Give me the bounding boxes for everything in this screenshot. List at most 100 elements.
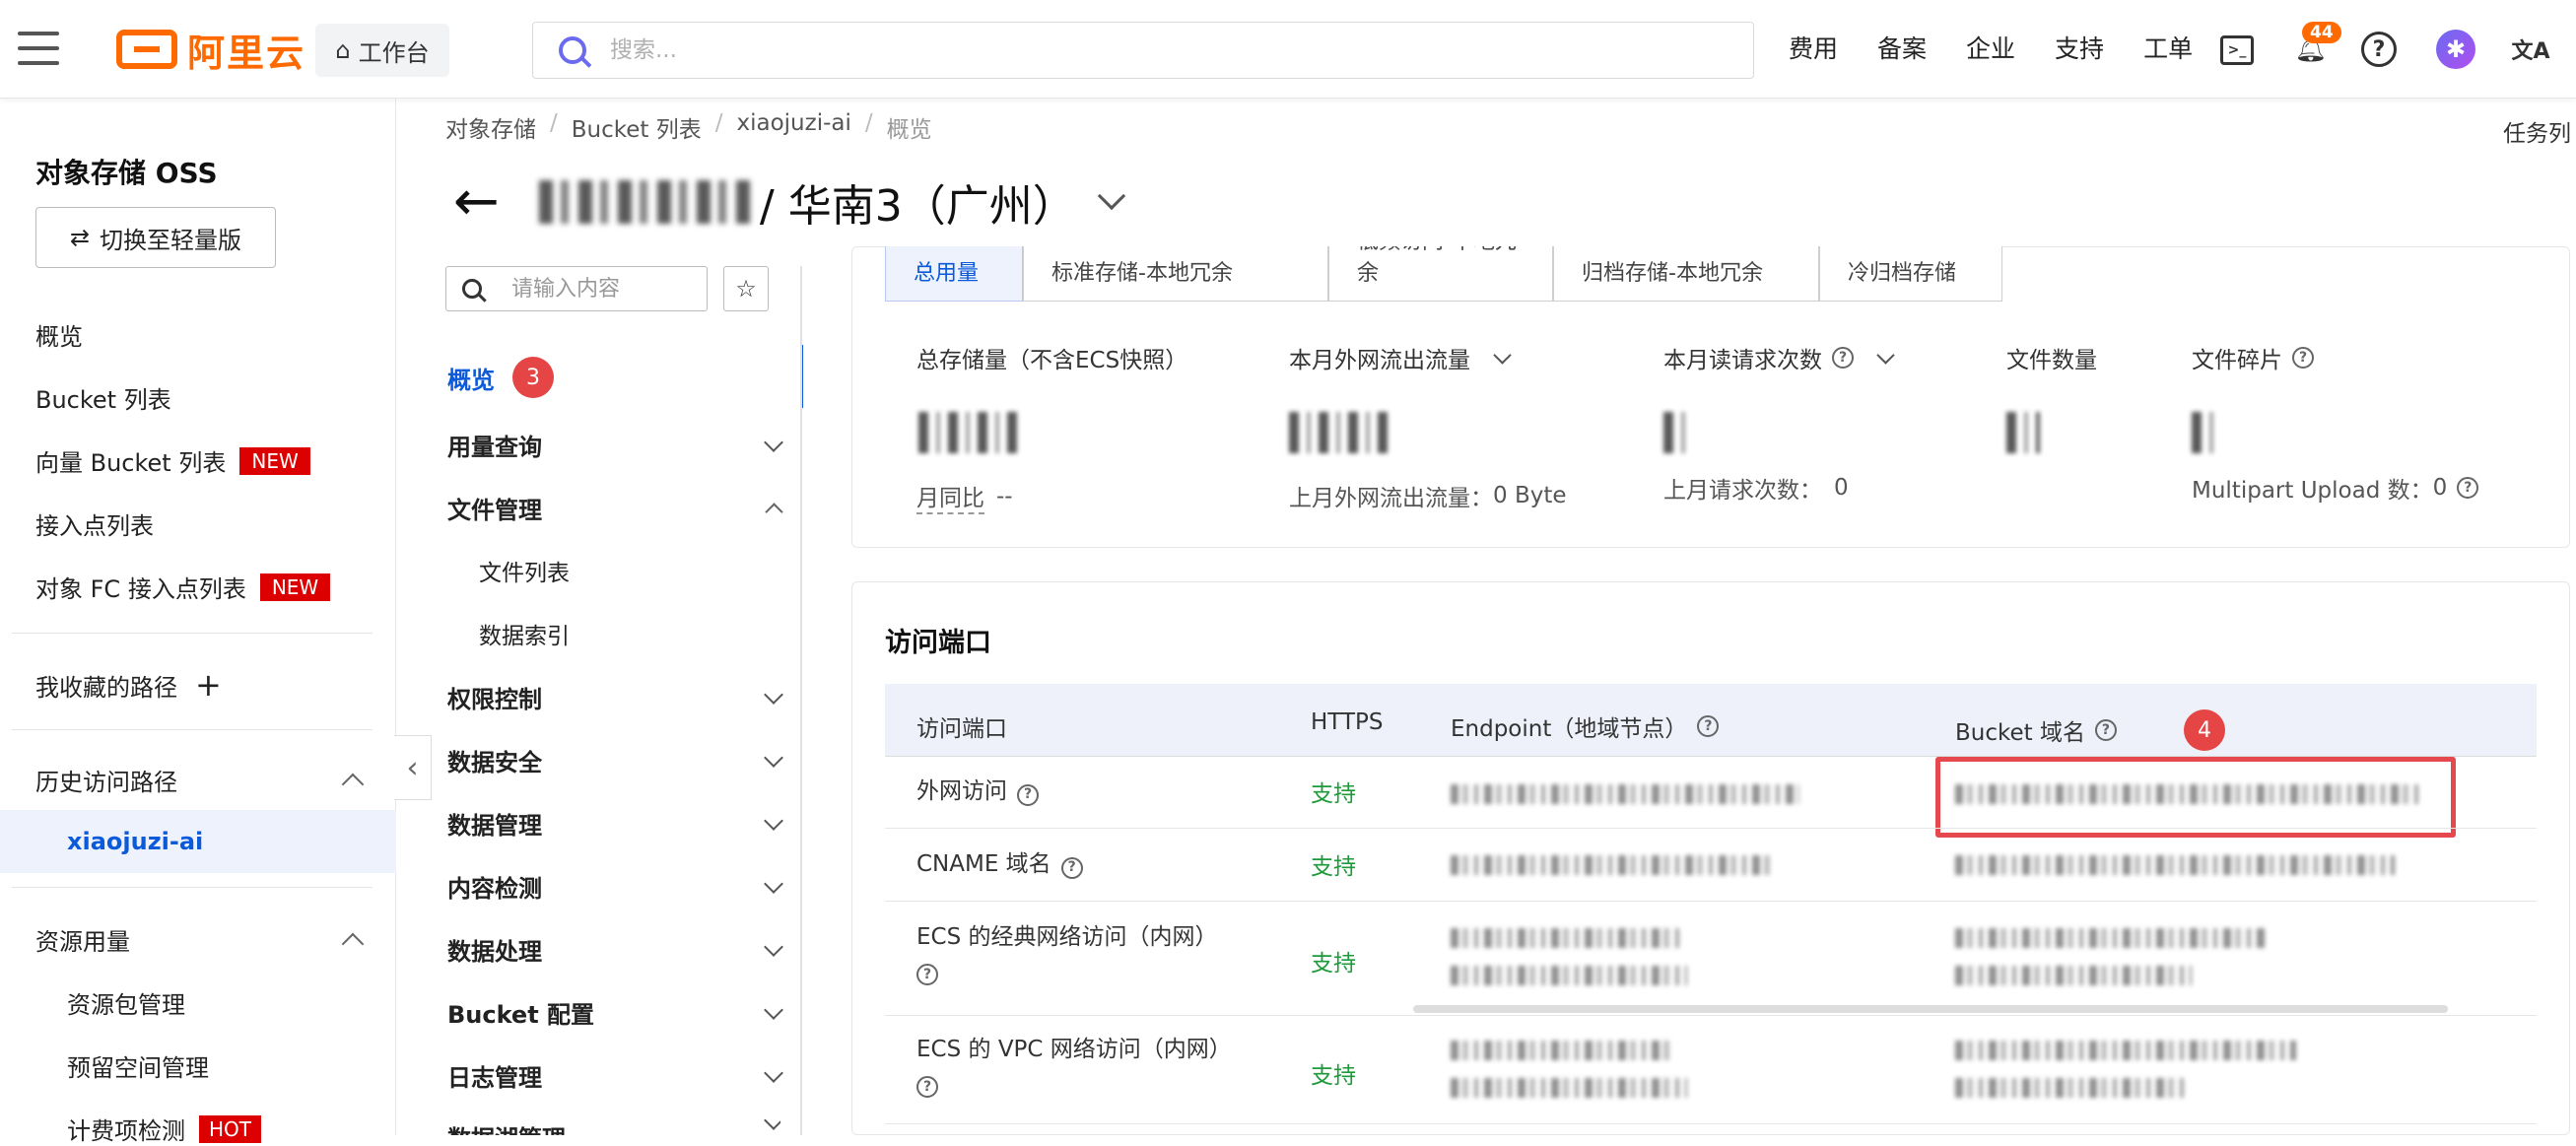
nav-search-input[interactable] [509, 275, 697, 303]
th-bucket-domain: Bucket 域名? 4 [1955, 709, 2225, 751]
nav-permission[interactable]: 权限控制 [447, 680, 783, 714]
resource-group[interactable]: 资源用量 [35, 922, 365, 957]
row-divider [885, 901, 2537, 902]
chevron-down-icon [764, 936, 783, 957]
help-icon[interactable]: ? [2094, 719, 2117, 741]
task-list-link[interactable]: 任务列 [2503, 114, 2571, 148]
row-cname-https: 支持 [1311, 854, 1356, 880]
nav-ticket[interactable]: 工单 [2143, 30, 2193, 65]
breadcrumb-oss[interactable]: 对象存储 [445, 110, 536, 144]
product-title: 对象存储 OSS [35, 157, 218, 189]
bucket-domain-blurred[interactable] [1955, 1041, 2296, 1060]
nav-enterprise[interactable]: 企业 [1966, 30, 2015, 65]
help-icon[interactable]: ? [2457, 477, 2479, 499]
nav-log-management[interactable]: 日志管理 [447, 1058, 783, 1093]
terminal-icon[interactable]: >_ [2220, 35, 2254, 65]
tab-archive[interactable]: 归档存储-本地冗余 [1553, 246, 1819, 302]
language-icon[interactable]: 文A [2511, 30, 2550, 69]
notification-badge: 44 [2302, 22, 2341, 43]
help-icon[interactable]: ? [1832, 347, 1854, 369]
stat-value-blurred [2006, 412, 2040, 453]
chevron-down-icon [1876, 345, 1895, 365]
bucket-domain-blurred[interactable] [1955, 928, 2267, 948]
nav-icp[interactable]: 备案 [1877, 30, 1927, 65]
global-search[interactable] [532, 22, 1754, 79]
help-icon[interactable]: ? [2361, 32, 2397, 67]
tab-cold-archive[interactable]: 冷归档存储 [1819, 246, 2002, 302]
sidebar-item-package[interactable]: 资源包管理 [67, 985, 185, 1020]
nav-bucket-config[interactable]: Bucket 配置 [447, 995, 783, 1030]
breadcrumb-bucket-list[interactable]: Bucket 列表 [572, 110, 702, 144]
chevron-down-icon [764, 432, 783, 452]
endpoint-blurred[interactable] [1451, 1041, 1671, 1060]
history-group[interactable]: 历史访问路径 [35, 763, 365, 797]
nav-search[interactable] [445, 266, 708, 311]
stat-outbound-label[interactable]: 本月外网流出流量 [1289, 341, 1512, 374]
divider [12, 633, 373, 634]
help-icon[interactable]: ? [2292, 347, 2314, 369]
workbench-button[interactable]: ⌂ 工作台 [315, 24, 449, 77]
endpoint-blurred[interactable] [1451, 966, 1687, 985]
help-icon[interactable]: ? [916, 1076, 938, 1098]
bucket-domain-blurred[interactable] [1955, 1078, 2184, 1098]
endpoint-blurred[interactable] [1451, 855, 1776, 875]
tab-total[interactable]: 总用量 [885, 246, 1023, 302]
nav-file-management[interactable]: 文件管理 [447, 491, 783, 525]
stat-fragment-label: 文件碎片? [2192, 341, 2314, 374]
nav-data-management[interactable]: 数据管理 [447, 806, 783, 841]
endpoint-blurred[interactable] [1451, 1078, 1687, 1098]
search-icon [559, 36, 586, 64]
nav-content-detection[interactable]: 内容检测 [447, 869, 783, 904]
help-icon[interactable]: ? [1060, 856, 1083, 879]
nav-fee[interactable]: 费用 [1789, 30, 1838, 65]
bucket-domain-highlight [1935, 757, 2456, 838]
nav-data-index[interactable]: 数据索引 [479, 617, 570, 650]
search-icon [462, 279, 482, 299]
collapse-sidebar-handle[interactable]: ‹ [394, 735, 432, 800]
bucket-domain-blurred[interactable] [1955, 855, 2395, 875]
favorites-path[interactable]: 我收藏的路径 + [35, 666, 222, 704]
sidebar-item-bucket-list[interactable]: Bucket 列表 [35, 380, 171, 415]
nav-overview[interactable]: 概览 3 [447, 357, 554, 398]
help-icon[interactable]: ? [1017, 783, 1039, 806]
chevron-up-icon [341, 932, 365, 955]
menu-icon[interactable] [18, 32, 59, 67]
sidebar-item-access-points[interactable]: 接入点列表 [35, 506, 154, 541]
nav-data-lake[interactable]: 数据湖管理 [447, 1119, 780, 1135]
stat-value-blurred [918, 412, 1017, 453]
logo-text: 阿里云 [187, 31, 306, 75]
sidebar-item-vector-bucket[interactable]: 向量 Bucket 列表 NEW [35, 443, 310, 478]
nav-data-processing[interactable]: 数据处理 [447, 932, 783, 967]
aliyun-logo[interactable]: 阿里云 [116, 22, 305, 77]
sidebar-item-billing-check[interactable]: 计费项检测 HOT [67, 1112, 261, 1146]
help-icon[interactable]: ? [916, 964, 938, 985]
horizontal-scrollbar[interactable] [1413, 1005, 2448, 1013]
sidebar-item-fc-access-points[interactable]: 对象 FC 接入点列表 NEW [35, 570, 331, 604]
history-item-active[interactable]: xiaojuzi-ai [0, 810, 396, 873]
row-divider [885, 1123, 2537, 1124]
chevron-down-icon[interactable] [1097, 181, 1125, 211]
nav-file-list[interactable]: 文件列表 [479, 554, 570, 587]
tab-infrequent[interactable]: 低频访问-本地冗余 [1328, 246, 1553, 302]
endpoint-blurred[interactable] [1451, 784, 1799, 804]
breadcrumb-bucket[interactable]: xiaojuzi-ai [736, 110, 850, 144]
back-arrow-icon[interactable]: ← [453, 174, 500, 230]
star-icon[interactable]: ☆ [723, 266, 769, 311]
tab-standard[interactable]: 标准存储-本地冗余 [1023, 246, 1328, 302]
endpoint-blurred[interactable] [1451, 928, 1683, 948]
nav-usage-query[interactable]: 用量查询 [447, 428, 783, 462]
switch-lite-button[interactable]: ⇄ 切换至轻量版 [35, 207, 276, 268]
stat-read-requests-label[interactable]: 本月读请求次数? [1663, 341, 1895, 374]
sidebar-item-overview[interactable]: 概览 [35, 317, 83, 352]
row-internet-name: 外网访问? [916, 775, 1039, 809]
nav-data-security[interactable]: 数据安全 [447, 743, 783, 777]
global-search-input[interactable] [608, 36, 1692, 64]
bucket-header: ← / 华南3（广州） [453, 168, 1125, 236]
storage-tabs: 总用量 标准存储-本地冗余 低频访问-本地冗余 归档存储-本地冗余 冷归档存储 [885, 246, 2002, 302]
nav-support[interactable]: 支持 [2055, 30, 2104, 65]
sidebar-item-reserved[interactable]: 预留空间管理 [67, 1048, 209, 1083]
help-icon[interactable]: ? [1697, 715, 1720, 737]
add-icon[interactable]: + [195, 666, 222, 704]
avatar[interactable]: ✱ [2436, 30, 2475, 69]
bucket-domain-blurred[interactable] [1955, 966, 2192, 985]
